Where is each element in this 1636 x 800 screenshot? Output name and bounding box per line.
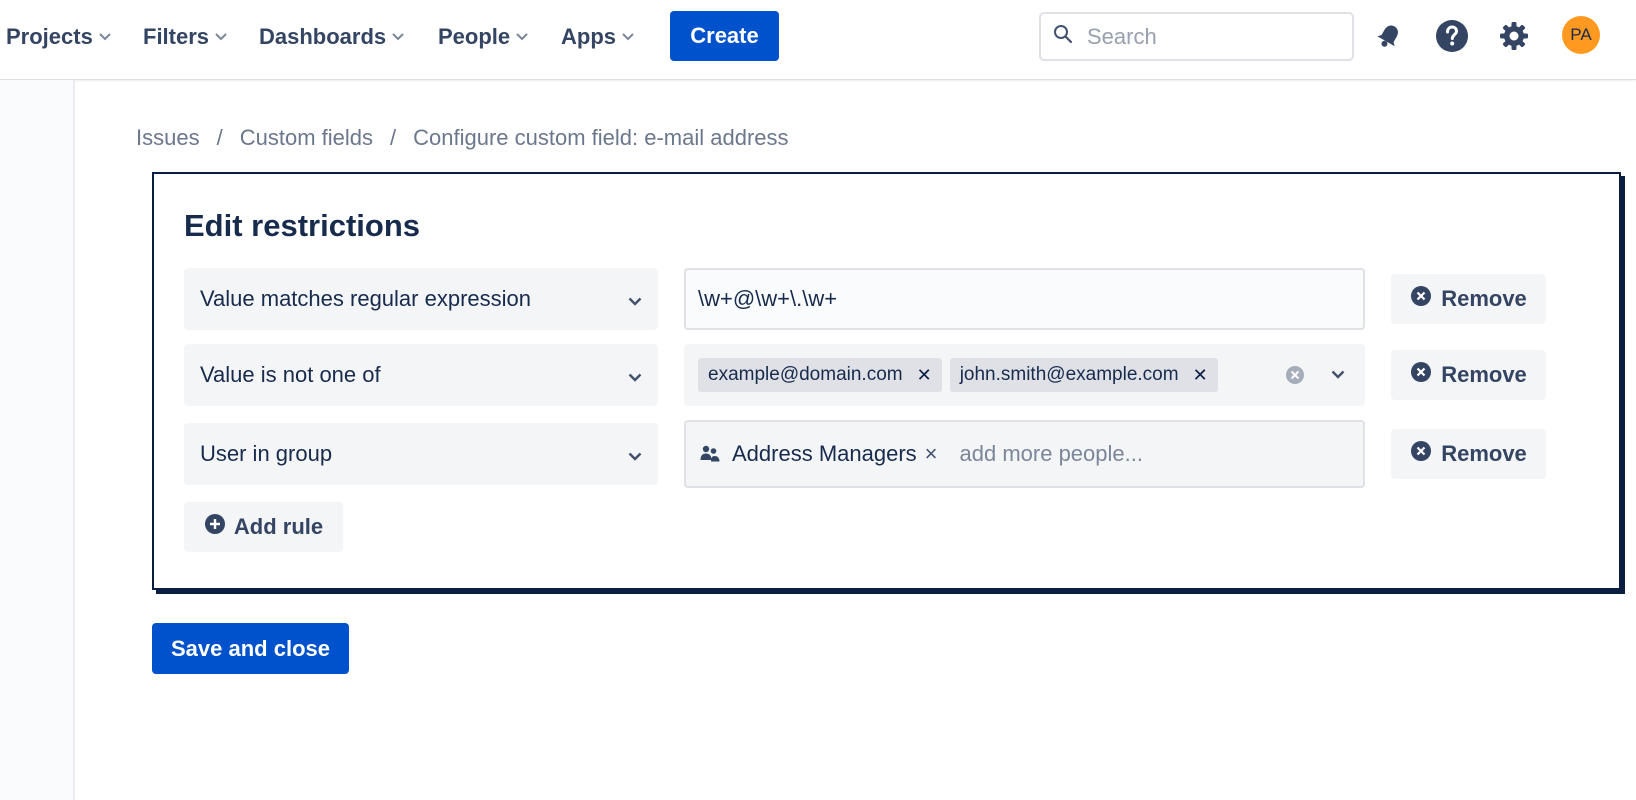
chevron-down-icon (622, 33, 634, 41)
nav-dashboards-label: Dashboards (259, 24, 387, 49)
nav-people[interactable]: People (438, 22, 528, 52)
remove-label: Remove (1441, 362, 1527, 387)
rule-type-select[interactable]: Value matches regular expression (184, 268, 658, 330)
add-rule-label: Add rule (233, 514, 324, 539)
search-icon (1053, 24, 1073, 49)
regex-input[interactable]: \w+@\w+\.\w+ (684, 268, 1365, 330)
group-picker[interactable]: Address Managers × add more people... (684, 420, 1365, 488)
chevron-down-icon (215, 33, 227, 41)
chevron-down-icon[interactable] (1331, 366, 1345, 384)
breadcrumb-configure-field[interactable]: Configure custom field: e-mail address (413, 125, 788, 151)
chevron-down-icon (628, 286, 642, 312)
tag-remove-icon[interactable]: ✕ (1193, 365, 1208, 386)
edit-restrictions-panel: Edit restrictions Value matches regular … (152, 172, 1621, 590)
top-navigation: Projects Filters Dashboards People Apps … (0, 0, 1636, 80)
rule-type-select[interactable]: User in group (184, 423, 658, 485)
group-name: Address Managers (732, 441, 917, 466)
chevron-down-icon (99, 33, 111, 41)
nav-projects[interactable]: Projects (6, 22, 111, 52)
chevron-down-icon (628, 362, 642, 388)
nav-filters-label: Filters (143, 24, 210, 49)
nav-filters[interactable]: Filters (143, 22, 227, 52)
save-and-close-button[interactable]: Save and close (152, 623, 349, 674)
nav-apps-label: Apps (561, 24, 616, 49)
tag-remove-icon[interactable]: ✕ (917, 365, 932, 386)
tag-label: john.smith@example.com (959, 364, 1179, 385)
rule-type-value: Value is not one of (200, 362, 381, 387)
group-remove-icon[interactable]: × (925, 441, 938, 467)
help-icon[interactable] (1432, 16, 1472, 56)
search-box[interactable] (1039, 12, 1354, 61)
nav-projects-label: Projects (6, 24, 93, 49)
remove-circle-icon (1410, 285, 1441, 313)
panel-title: Edit restrictions (184, 208, 420, 243)
nav-apps[interactable]: Apps (561, 22, 634, 52)
value-tag: example@domain.com ✕ (698, 358, 942, 392)
add-people-input[interactable]: add more people... (960, 441, 1143, 467)
remove-circle-icon (1410, 440, 1441, 468)
rule-type-value: User in group (200, 441, 333, 466)
remove-circle-icon (1410, 361, 1441, 389)
left-sidebar (0, 80, 75, 800)
breadcrumb-issues[interactable]: Issues (136, 125, 200, 151)
group-icon (700, 445, 720, 463)
breadcrumb-separator: / (390, 125, 397, 150)
nav-dashboards[interactable]: Dashboards (259, 22, 404, 52)
notifications-icon[interactable] (1369, 16, 1409, 56)
value-tag: john.smith@example.com ✕ (949, 358, 1218, 392)
remove-label: Remove (1441, 441, 1527, 466)
breadcrumb: Issues / Custom fields / Configure custo… (136, 125, 789, 151)
nav-people-label: People (438, 24, 511, 49)
settings-icon[interactable] (1494, 16, 1534, 56)
group-chip: Address Managers × (700, 441, 938, 467)
rule-type-value: Value matches regular expression (200, 286, 531, 311)
chevron-down-icon (516, 33, 528, 41)
create-button[interactable]: Create (670, 11, 779, 61)
chevron-down-icon (628, 441, 642, 467)
remove-rule-button[interactable]: Remove (1391, 429, 1546, 479)
avatar[interactable]: PA (1562, 16, 1600, 54)
tag-label: example@domain.com (708, 364, 903, 385)
remove-rule-button[interactable]: Remove (1391, 350, 1546, 400)
rule-type-select[interactable]: Value is not one of (184, 344, 658, 406)
breadcrumb-separator: / (216, 125, 223, 150)
breadcrumb-custom-fields[interactable]: Custom fields (240, 125, 373, 151)
add-circle-icon (204, 513, 234, 541)
remove-rule-button[interactable]: Remove (1391, 274, 1546, 324)
search-input[interactable] (1087, 23, 1327, 50)
clear-all-icon[interactable] (1285, 365, 1305, 390)
remove-label: Remove (1441, 286, 1527, 311)
chevron-down-icon (392, 33, 404, 41)
add-rule-button[interactable]: Add rule (184, 502, 343, 552)
excluded-values-multiselect[interactable]: example@domain.com ✕ john.smith@example.… (684, 344, 1365, 406)
